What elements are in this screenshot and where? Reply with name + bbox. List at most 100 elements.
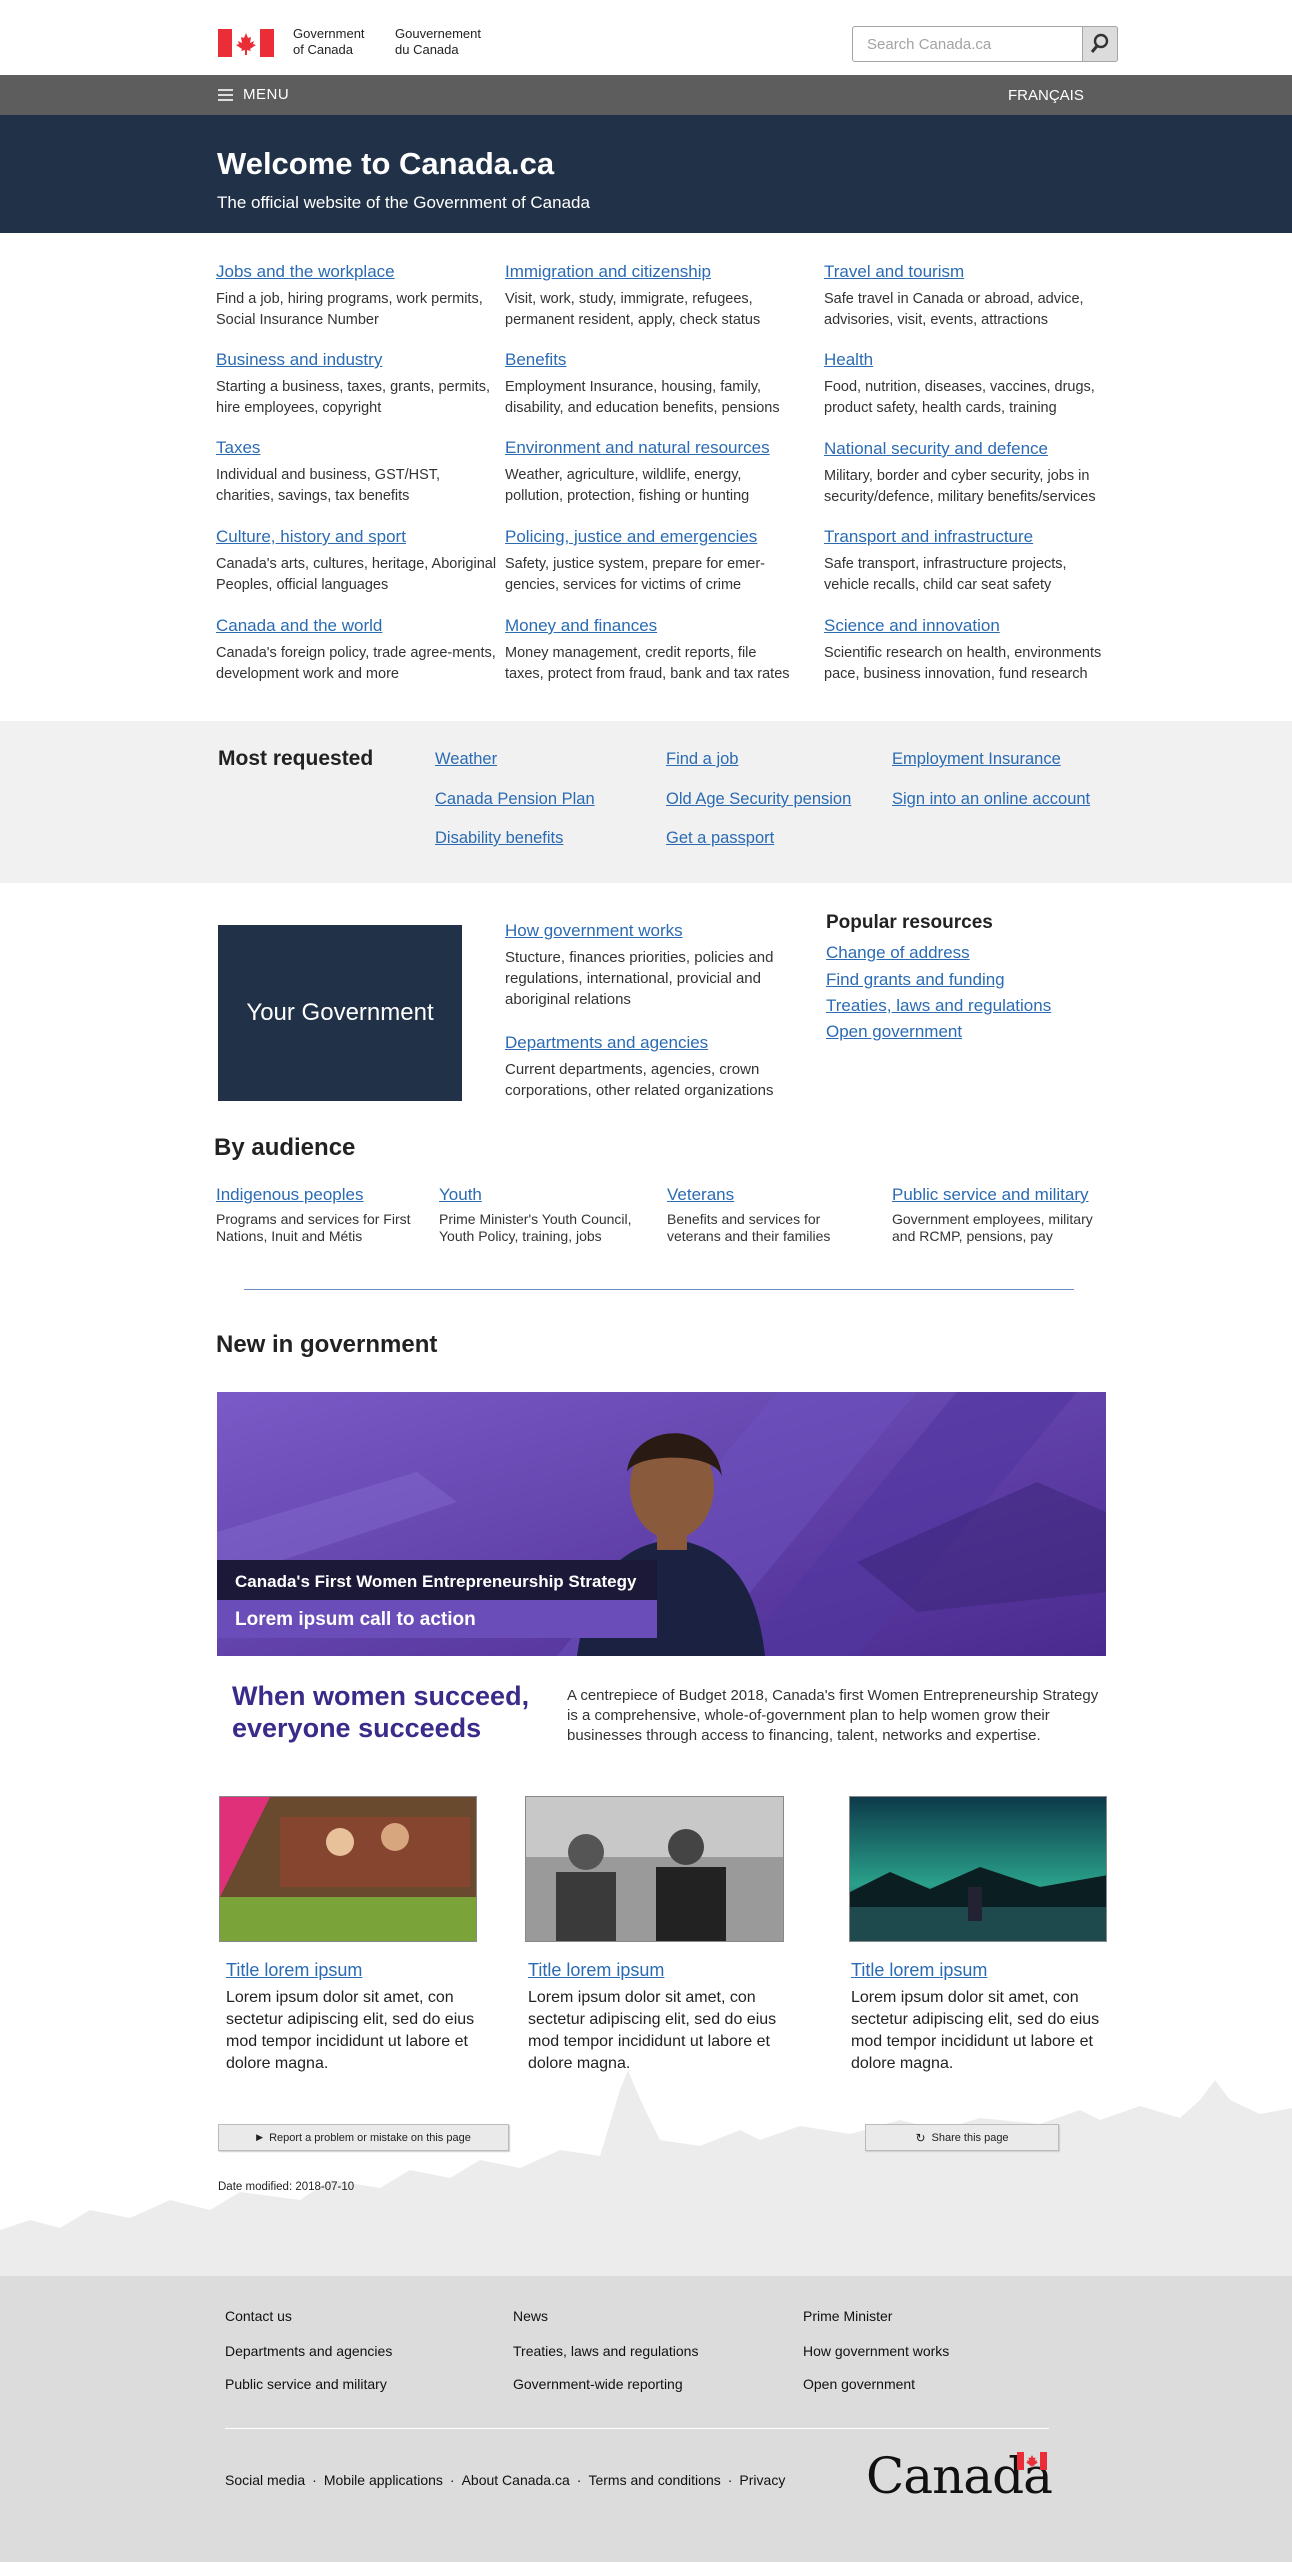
most-requested-link[interactable]: Canada Pension Plan [435,790,595,809]
popular-link[interactable]: Open government [826,1022,962,1042]
footer-separator: · [449,2472,455,2488]
footer-link[interactable]: Treaties, laws and regulations [513,2343,698,2359]
topic-item: Culture, history and sport Canada's arts,… [216,527,501,596]
feature-label: Canada's First Women Entrepreneurship St… [217,1560,657,1600]
topic-desc: Employment Insurance, housing, family, d… [505,379,780,416]
topic-item: Travel and tourism Safe travel in Canada … [824,262,1109,331]
search-input[interactable]: Search Canada.ca [852,26,1118,62]
audience-desc: Prime Minister's Youth Council, Youth Po… [439,1211,632,1244]
departments-agencies-link[interactable]: Departments and agencies [505,1033,708,1053]
topic-link[interactable]: National security and defence [824,439,1109,459]
footer [0,2276,1292,2562]
topic-link[interactable]: Culture, history and sport [216,527,501,547]
card-title[interactable]: Title lorem ipsum [851,1960,987,1981]
footer-link[interactable]: Departments and agencies [225,2343,392,2359]
footer-link[interactable]: Prime Minister [803,2308,892,2324]
topic-link[interactable]: Health [824,350,1109,370]
topic-desc: Money management, credit reports, file t… [505,645,790,682]
topic-item: Policing, justice and emergencies Safety,… [505,527,790,596]
card-image [220,1797,476,1941]
topic-link[interactable]: Business and industry [216,350,501,370]
page-subtitle: The official website of the Government o… [217,193,590,212]
share-page-button[interactable]: ↻ Share this page [865,2124,1059,2151]
topic-link[interactable]: Benefits [505,350,790,370]
audience-desc: Government employees, military and RCMP,… [892,1211,1093,1244]
signature-line: Gouvernement [395,26,481,41]
canada-flag-icon [218,29,274,57]
topic-link[interactable]: Transport and infrastructure [824,527,1109,547]
footer-link[interactable]: Government-wide reporting [513,2376,683,2392]
topic-desc: Canada's arts, cultures, heritage, Abori… [216,556,497,593]
section-divider [244,1289,1074,1290]
card-title[interactable]: Title lorem ipsum [226,1960,362,1981]
topic-link[interactable]: Jobs and the workplace [216,262,501,282]
feature-headline: When women succeed, everyone succeeds [232,1681,530,1743]
most-requested-link[interactable]: Disability benefits [435,829,563,848]
vr-card-image[interactable] [525,1796,784,1942]
feature-banner[interactable]: Canada's First Women Entrepreneurship St… [217,1392,1106,1656]
topic-link[interactable]: Immigration and citizenship [505,262,790,282]
topic-link[interactable]: Environment and natural resources [505,438,790,458]
aurora-card-image[interactable] [849,1796,1107,1942]
most-requested-link[interactable]: Sign into an online account [892,790,1090,809]
footer-bottom-link[interactable]: Terms and conditions [588,2472,720,2488]
topic-item: Transport and infrastructure Safe transpo… [824,527,1109,596]
your-government-tile[interactable]: Your Government [218,925,462,1101]
popular-link[interactable]: Find grants and funding [826,970,1005,990]
footer-separator: · [727,2472,733,2488]
report-problem-button[interactable]: ▶ Report a problem or mistake on this pa… [218,2124,509,2151]
footer-bottom-link[interactable]: Social media [225,2472,305,2488]
card-image [850,1797,1106,1941]
language-toggle[interactable]: FRANÇAIS [1008,87,1084,104]
topic-item: National security and defence Military, b… [824,439,1109,508]
topic-item: Money and finances Money management, cred… [505,616,790,685]
popular-link[interactable]: Change of address [826,943,970,963]
topic-desc: Starting a business, taxes, grants, perm… [216,379,491,416]
topic-item: Jobs and the workplace Find a job, hiring… [216,262,501,331]
topic-desc: Military, border and cyber security, job… [824,468,1096,505]
most-requested-link[interactable]: Get a passport [666,829,774,848]
topic-desc: Safe travel in Canada or abroad, advice,… [824,291,1084,328]
topic-link[interactable]: Policing, justice and emergencies [505,527,790,547]
most-requested-link[interactable]: Old Age Security pension [666,790,851,809]
share-icon: ↻ [915,2130,926,2145]
footer-link[interactable]: Public service and military [225,2376,387,2392]
menu-label: MENU [243,86,290,103]
audience-link[interactable]: Veterans [667,1185,734,1205]
most-requested-link[interactable]: Employment Insurance [892,750,1061,769]
most-requested-link[interactable]: Weather [435,750,497,769]
topic-link[interactable]: Money and finances [505,616,790,636]
footer-separator: · [312,2472,317,2488]
footer-link[interactable]: Contact us [225,2308,292,2324]
government-signature-en[interactable]: Government of Canada [293,26,365,58]
departments-agencies-desc: Current departments, agencies, crown cor… [505,1061,774,1099]
accessibility-card-image[interactable] [219,1796,477,1942]
how-government-works-link[interactable]: How government works [505,921,683,941]
most-requested-link[interactable]: Find a job [666,750,738,769]
topic-link[interactable]: Taxes [216,438,501,458]
footer-bottom-link[interactable]: Mobile applications [324,2472,443,2488]
menu-button[interactable]: MENU [218,86,289,103]
topic-desc: Safety, justice system, prepare for emer… [505,556,766,593]
footer-link[interactable]: How government works [803,2343,949,2359]
audience-desc: Benefits and services for veterans and t… [667,1211,831,1244]
feature-cta[interactable]: Lorem ipsum call to action [217,1600,657,1638]
footer-link[interactable]: Open government [803,2376,915,2392]
topic-desc: Canada's foreign policy, trade agree-men… [216,645,496,682]
topic-link[interactable]: Travel and tourism [824,262,1109,282]
card-title[interactable]: Title lorem ipsum [528,1960,664,1981]
audience-link[interactable]: Indigenous peoples [216,1185,363,1205]
footer-bottom-link[interactable]: Privacy [739,2472,785,2488]
topic-link[interactable]: Science and innovation [824,616,1109,636]
how-government-works-desc: Stucture, finances priorities, policies … [505,949,774,1008]
topic-link[interactable]: Canada and the world [216,616,501,636]
audience-link[interactable]: Public service and military [892,1185,1089,1205]
parliament-skyline [0,2070,1292,2276]
search-button[interactable] [1082,26,1118,62]
government-signature-fr[interactable]: Gouvernement du Canada [395,26,481,58]
popular-link[interactable]: Treaties, laws and regulations [826,996,1051,1016]
feature-description: A centrepiece of Budget 2018, Canada's f… [567,1687,1099,1744]
footer-link[interactable]: News [513,2308,548,2324]
audience-link[interactable]: Youth [439,1185,482,1205]
footer-bottom-link[interactable]: About Canada.ca [462,2472,570,2488]
